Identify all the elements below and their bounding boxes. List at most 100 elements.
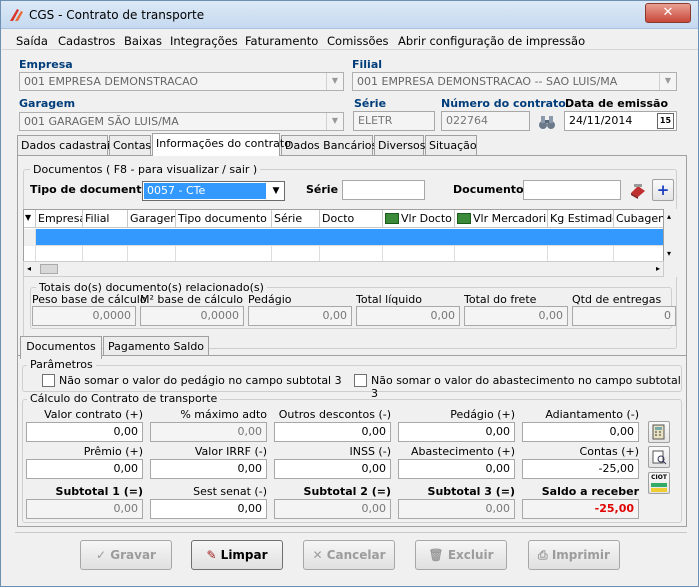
subtab-pagamento-saldo[interactable]: Pagamento Saldo	[103, 336, 209, 356]
arrow-left-icon[interactable]: ◂	[27, 264, 31, 273]
premio-input[interactable]: 0,00	[26, 459, 143, 479]
subtotal3-field[interactable]: 0,00	[398, 499, 515, 519]
percentual-maximo-adto-field[interactable]: 0,00	[150, 422, 267, 442]
serie-doc-input[interactable]	[342, 180, 425, 200]
subtotal1-field[interactable]: 0,00	[26, 499, 143, 519]
title-bar: CGS - Contrato de transporte ✕	[1, 1, 698, 29]
col-kg-estimado[interactable]: Kg Estimado	[548, 210, 614, 228]
tab-dados-bancarios[interactable]: Dados Bancários	[281, 135, 377, 155]
imprimir-button[interactable]: ⎙ Imprimir	[528, 540, 620, 570]
tab-situacao[interactable]: Situação	[425, 135, 477, 155]
table-row[interactable]	[24, 229, 663, 246]
numero-contrato-label: Número do contrato	[441, 97, 566, 110]
menu-saida[interactable]: Saída	[16, 34, 48, 48]
calculator-icon[interactable]	[648, 421, 670, 443]
documento-input[interactable]	[523, 180, 621, 200]
garagem-select[interactable]: 001 GARAGEM SÃO LUIS/MA ▼	[19, 112, 344, 131]
eraser-icon[interactable]	[628, 180, 648, 200]
chevron-down-icon: ▼	[659, 73, 676, 90]
document-search-icon[interactable]	[648, 446, 670, 468]
col-vlr-docto[interactable]: Vlr Docto	[383, 210, 455, 228]
filial-label: Filial	[352, 58, 383, 71]
col-vlr-mercadoria[interactable]: Vlr Mercadoria	[455, 210, 548, 228]
tipo-documento-select[interactable]: 0057 - CTe ▼	[142, 181, 285, 201]
qtd-entregas-field[interactable]: 0	[572, 306, 676, 326]
m2-base-field[interactable]: 0,0000	[140, 306, 244, 326]
total-frete-field[interactable]: 0,00	[464, 306, 568, 326]
calculo-group-title: Cálculo do Contrato de transporte	[27, 392, 221, 405]
arrow-right-icon[interactable]: ▸	[656, 264, 660, 273]
pedagio-total-field[interactable]: 0,00	[248, 306, 352, 326]
col-filial[interactable]: Filial	[83, 210, 128, 228]
col-serie[interactable]: Série	[272, 210, 320, 228]
serie-field[interactable]: ELETR	[353, 111, 435, 131]
app-logo-icon	[10, 9, 23, 21]
subtab-documentos[interactable]: Documentos	[20, 336, 102, 359]
grid-header: ▼ Empresa Filial Garagem Tipo documento …	[24, 210, 663, 228]
contas-input[interactable]: -25,00	[522, 459, 639, 479]
menu-baixas[interactable]: Baixas	[124, 34, 162, 48]
tab-informacoes-contrato[interactable]: Informações do contrato	[152, 133, 291, 156]
col-garagem[interactable]: Garagem	[128, 210, 176, 228]
outros-descontos-input[interactable]: 0,00	[274, 422, 391, 442]
empresa-label: Empresa	[19, 58, 73, 71]
total-liquido-field[interactable]: 0,00	[356, 306, 460, 326]
col-empresa[interactable]: Empresa	[36, 210, 83, 228]
valor-irrf-input[interactable]: 0,00	[150, 459, 267, 479]
menu-comissoes[interactable]: Comissões	[327, 34, 389, 48]
arrow-down-icon[interactable]: ▾	[667, 249, 671, 258]
peso-base-field[interactable]: 0,0000	[32, 306, 136, 326]
cancelar-button[interactable]: ✕ Cancelar	[303, 540, 395, 570]
tab-contas[interactable]: Contas	[109, 135, 151, 155]
close-icon: ✕	[312, 548, 327, 562]
tab-diversos[interactable]: Diversos	[374, 135, 426, 155]
vertical-scrollbar[interactable]: ▴ ▾	[665, 209, 677, 277]
limpar-button[interactable]: ✎ Limpar	[191, 540, 283, 570]
chk-nao-somar-abastecimento[interactable]	[354, 374, 367, 387]
check-icon: ✓	[96, 548, 111, 562]
horizontal-scrollbar[interactable]: ◂ ▸	[23, 261, 664, 277]
col-docto[interactable]: Docto	[320, 210, 383, 228]
menu-integracoes[interactable]: Integrações	[170, 34, 238, 48]
inss-input[interactable]: 0,00	[274, 459, 391, 479]
valor-contrato-label: Valor contrato (+)	[44, 408, 143, 421]
total-frete-label: Total do frete	[464, 293, 537, 306]
printer-icon: ⎙	[538, 548, 552, 562]
data-emissao-label: Data de emissão	[565, 97, 668, 110]
adiantamento-input[interactable]: 0,00	[522, 422, 639, 442]
menu-faturamento[interactable]: Faturamento	[245, 34, 318, 48]
gravar-button[interactable]: ✓ Gravar	[80, 540, 172, 570]
col-tipo-documento[interactable]: Tipo documento	[176, 210, 272, 228]
chk-nao-somar-pedagio[interactable]	[42, 374, 55, 387]
pedagio-input[interactable]: 0,00	[398, 422, 515, 442]
binoculars-icon[interactable]	[537, 113, 557, 131]
excluir-button[interactable]: 🗑 Excluir	[415, 540, 507, 570]
numero-contrato-field[interactable]: 022764	[441, 111, 530, 131]
subtotal2-field[interactable]: 0,00	[274, 499, 391, 519]
menu-abrir-config[interactable]: Abrir configuração de impressão	[398, 34, 585, 48]
ciot-icon[interactable]: CIOT	[648, 472, 670, 494]
documento-label: Documento	[453, 183, 524, 196]
empresa-select[interactable]: 001 EMPRESA DEMONSTRACAO ▼	[19, 72, 344, 91]
menu-cadastros[interactable]: Cadastros	[58, 34, 115, 48]
main-window: CGS - Contrato de transporte ✕ Saída Cad…	[0, 0, 699, 587]
col-cubagem[interactable]: Cubagem	[614, 210, 663, 228]
add-document-button[interactable]: +	[652, 179, 674, 201]
sest-senat-input[interactable]: 0,00	[150, 499, 267, 519]
total-liquido-label: Total líquido	[356, 293, 423, 306]
close-button[interactable]: ✕	[645, 3, 691, 23]
abastecimento-input[interactable]: 0,00	[398, 459, 515, 479]
scroll-thumb[interactable]	[40, 264, 58, 274]
outros-descontos-label: Outros descontos (-)	[278, 408, 391, 421]
abastecimento-label: Abastecimento (+)	[411, 445, 515, 458]
chevron-down-icon: ▼	[326, 73, 343, 90]
valor-contrato-input[interactable]: 0,00	[26, 422, 143, 442]
saldo-receber-field[interactable]: -25,00	[522, 499, 639, 519]
arrow-up-icon[interactable]: ▴	[667, 212, 671, 221]
filial-select[interactable]: 001 EMPRESA DEMONSTRACAO -- SAO LUIS/MA ▼	[352, 72, 677, 91]
subtotal2-label: Subtotal 2 (=)	[303, 485, 391, 498]
calendar-icon[interactable]: 15	[657, 113, 674, 129]
tab-dados-cadastrais[interactable]: Dados cadastrais	[17, 135, 116, 155]
premio-label: Prêmio (+)	[83, 445, 143, 458]
tipo-documento-label: Tipo de documento	[30, 183, 150, 196]
